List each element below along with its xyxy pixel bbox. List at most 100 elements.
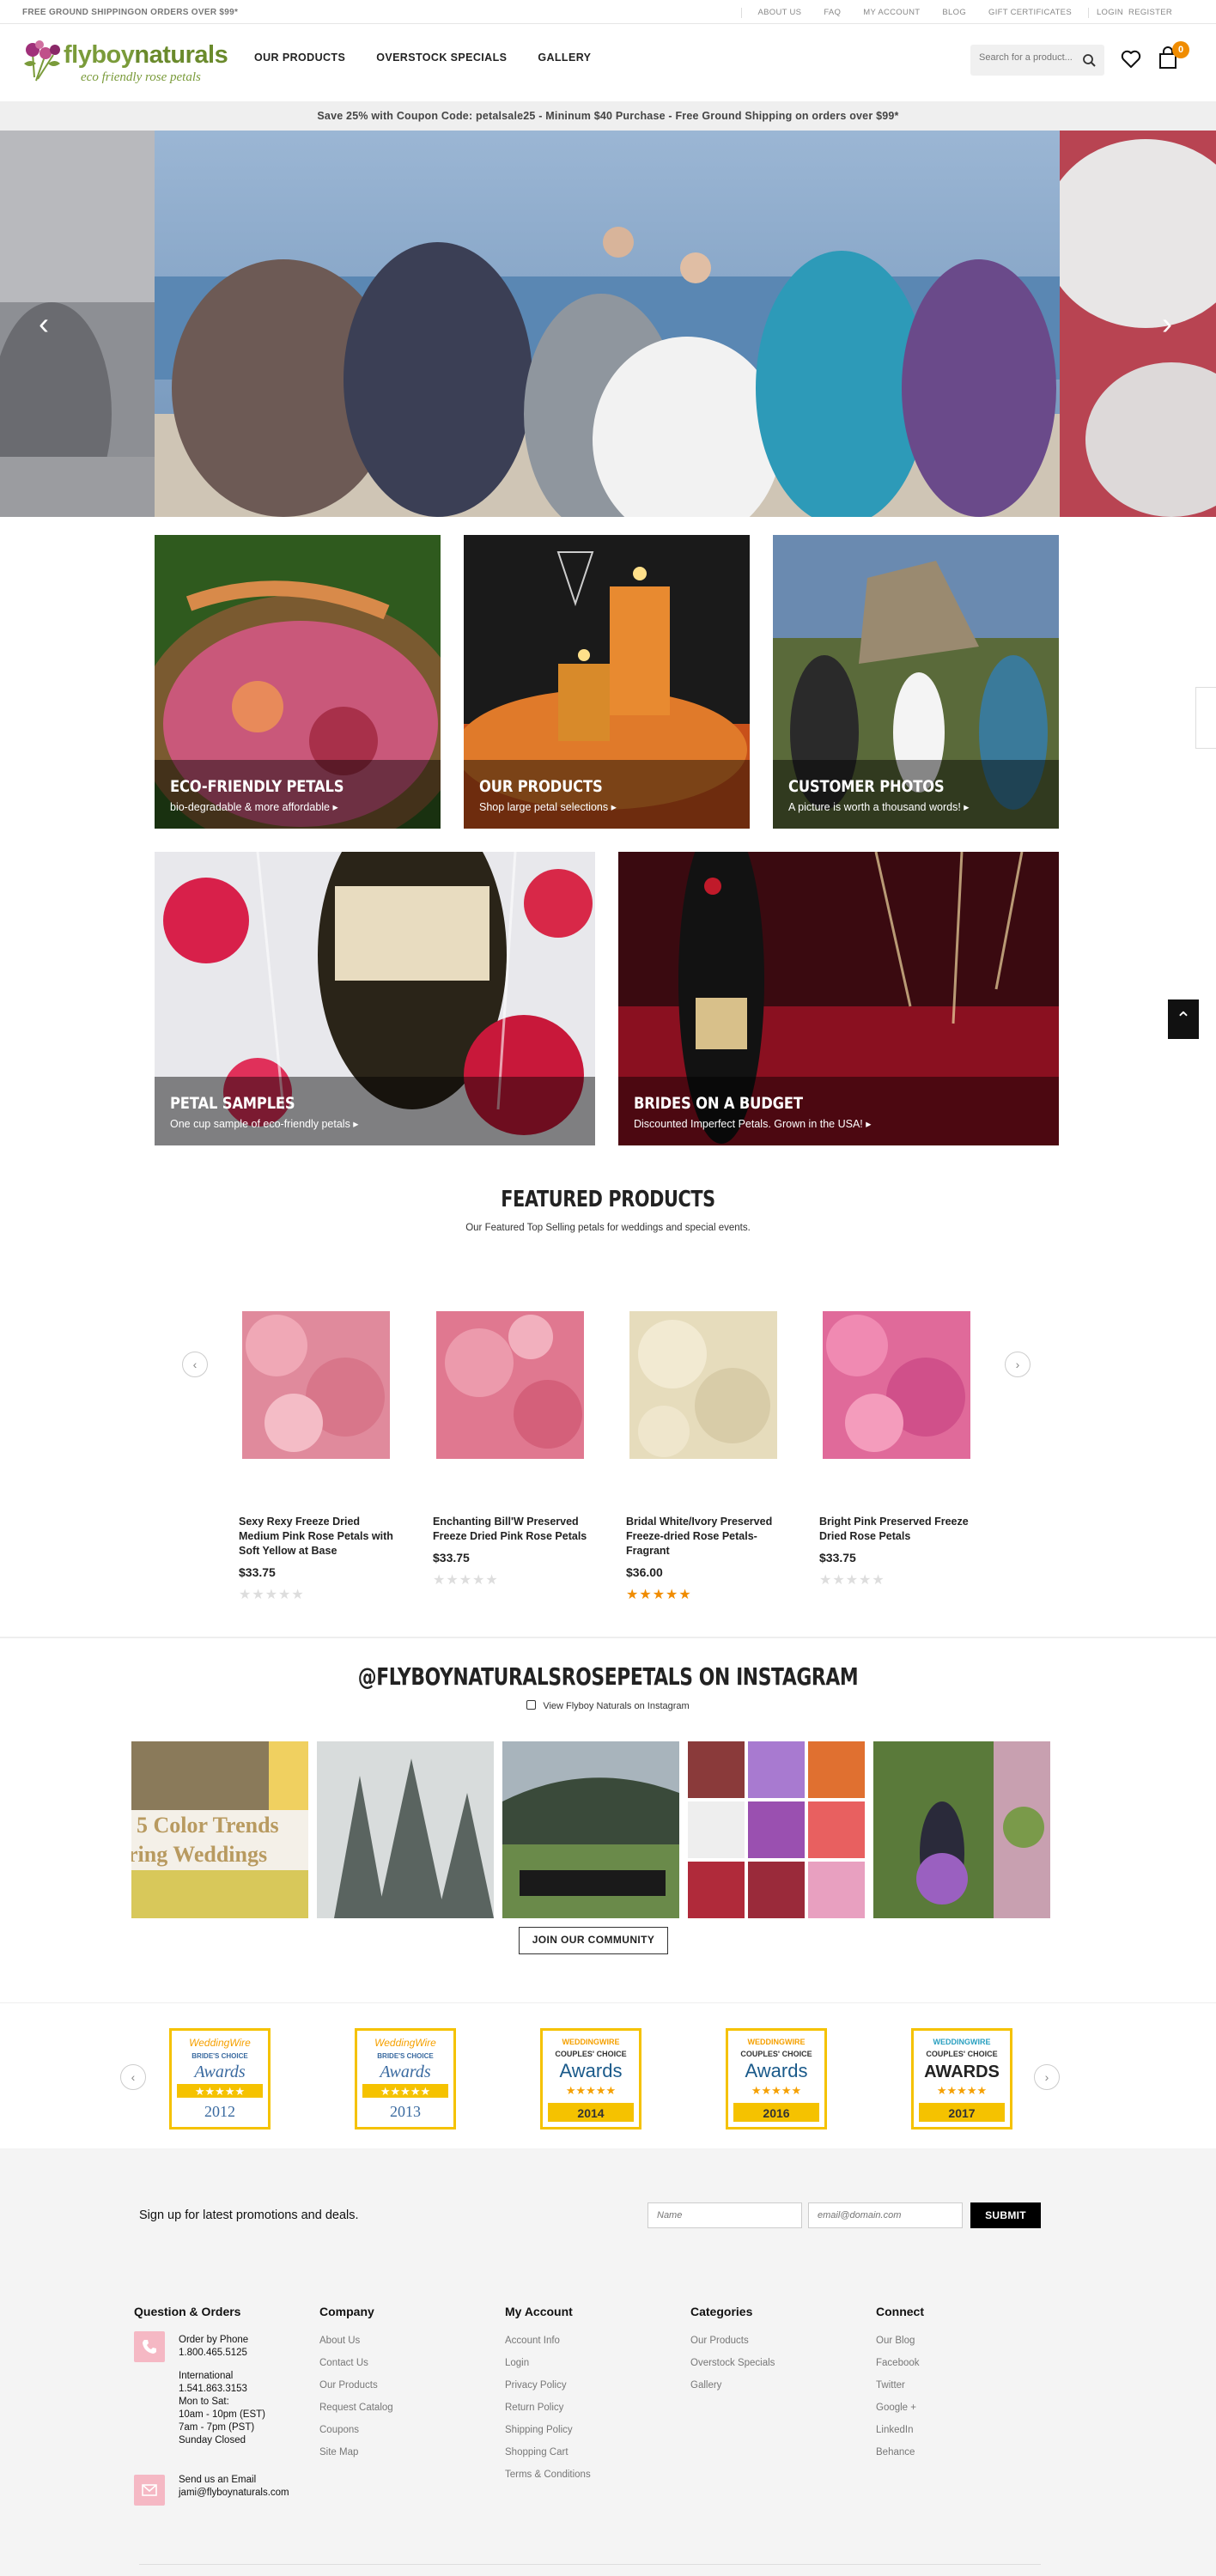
tile-eco-friendly-petals[interactable]: ECO-FRIENDLY PETALS bio-degradable & mor… (155, 535, 441, 829)
footer-link-account-info[interactable]: Account Info (505, 2336, 591, 2348)
footer-col-my-account: My Account Account Info Login Privacy Po… (505, 2305, 591, 2492)
chevron-up-icon: ⌃ (1175, 1008, 1192, 1030)
faq-link[interactable]: FAQ (812, 8, 852, 18)
about-us-link[interactable]: ABOUT US (747, 8, 813, 18)
site-header: flyboynaturals eco friendly rose petals … (0, 24, 1216, 101)
award-badge-art: WeddingWire BRIDE'S CHOICE Awards ★★★★★ … (177, 2037, 263, 2120)
footer-link-shopping-cart[interactable]: Shopping Cart (505, 2447, 591, 2459)
instagram-post[interactable] (317, 1741, 494, 1918)
tile-brides-on-a-budget[interactable]: BRIDES ON A BUDGET Discounted Imperfect … (618, 852, 1059, 1145)
award-line1: COUPLES' CHOICE (555, 2050, 626, 2058)
award-year: 2014 (577, 2106, 604, 2120)
hero-next-arrow[interactable]: › (1154, 307, 1180, 341)
award-line1: COUPLES' CHOICE (926, 2050, 997, 2058)
tile-our-products[interactable]: OUR PRODUCTS Shop large petal selections… (464, 535, 750, 829)
awards-prev-button[interactable]: ‹ (120, 2064, 146, 2090)
scroll-to-top-button[interactable]: ⌃ (1168, 999, 1199, 1039)
footer-col-title: Question & Orders (134, 2305, 241, 2318)
register-link[interactable]: REGISTER (1126, 8, 1175, 18)
footer-link-shipping-policy[interactable]: Shipping Policy (505, 2425, 591, 2437)
phone-number[interactable]: 1.800.465.5125 (179, 2347, 265, 2360)
footer-link-return-policy[interactable]: Return Policy (505, 2403, 591, 2415)
tile-subtitle[interactable]: A picture is worth a thousand words! ▸ (788, 800, 970, 813)
email-address[interactable]: jami@flyboynaturals.com (179, 2487, 289, 2500)
product-name[interactable]: Enchanting Bill'W Preserved Freeze Dried… (433, 1515, 596, 1544)
tile-petal-samples[interactable]: PETAL SAMPLES One cup sample of eco-frie… (155, 852, 595, 1145)
tile-subtitle[interactable]: One cup sample of eco-friendly petals ▸ (170, 1117, 359, 1130)
newsletter-name-input[interactable] (648, 2202, 802, 2228)
search-icon[interactable] (1082, 53, 1096, 67)
heart-icon[interactable] (1120, 48, 1142, 70)
product-name[interactable]: Bridal White/Ivory Preserved Freeze-drie… (626, 1515, 789, 1558)
tile-customer-photos[interactable]: CUSTOMER PHOTOS A picture is worth a tho… (773, 535, 1059, 829)
footer-link-our-products[interactable]: Our Products (690, 2336, 775, 2348)
product-card[interactable]: Bright Pink Preserved Freeze Dried Rose … (819, 1311, 982, 1589)
footer-link-facebook[interactable]: Facebook (876, 2358, 924, 2370)
footer-link-coupons[interactable]: Coupons (319, 2425, 393, 2437)
instagram-post[interactable] (502, 1741, 679, 1918)
nav-our-products[interactable]: OUR PRODUCTS (254, 52, 345, 64)
footer-link-our-blog[interactable]: Our Blog (876, 2336, 924, 2348)
cart-button[interactable]: 0 (1157, 41, 1189, 70)
product-name[interactable]: Sexy Rexy Freeze Dried Medium Pink Rose … (239, 1515, 402, 1558)
footer-col-connect: Connect Our Blog Facebook Twitter Google… (876, 2305, 924, 2470)
envelope-icon (142, 2484, 157, 2496)
tile-subtitle[interactable]: Discounted Imperfect Petals. Grown in th… (634, 1117, 872, 1130)
footer-link-request-catalog[interactable]: Request Catalog (319, 2403, 393, 2415)
award-stars: ★★★★★ (195, 2085, 245, 2098)
top-bar: FREE GROUND SHIPPINGON ORDERS OVER $99* … (0, 0, 1216, 24)
footer-link-contact-us[interactable]: Contact Us (319, 2358, 393, 2370)
intl-label: International (179, 2371, 234, 2381)
product-card[interactable]: Bridal White/Ivory Preserved Freeze-drie… (626, 1311, 789, 1603)
products-prev-button[interactable]: ‹ (182, 1352, 208, 1377)
footer-link-terms[interactable]: Terms & Conditions (505, 2470, 591, 2482)
phone-icon (143, 2340, 156, 2354)
award-stars: ★★★★★ (380, 2085, 430, 2098)
footer-link-our-products[interactable]: Our Products (319, 2380, 393, 2392)
newsletter-submit-button[interactable]: SUBMIT (970, 2202, 1041, 2228)
footer-link-about-us[interactable]: About Us (319, 2336, 393, 2348)
hero-prev-arrow[interactable]: ‹ (31, 307, 57, 341)
gift-certificates-link[interactable]: GIFT CERTIFICATES (977, 8, 1083, 18)
instagram-link[interactable]: View Flyboy Naturals on Instagram (0, 1700, 1216, 1711)
footer-link-privacy-policy[interactable]: Privacy Policy (505, 2380, 591, 2392)
instagram-post[interactable]: 5 Color Trends ring Weddings (131, 1741, 308, 1918)
award-line2: Awards (745, 2060, 808, 2081)
product-name[interactable]: Bright Pink Preserved Freeze Dried Rose … (819, 1515, 982, 1544)
footer-link-site-map[interactable]: Site Map (319, 2447, 393, 2459)
product-card[interactable]: Enchanting Bill'W Preserved Freeze Dried… (433, 1311, 596, 1589)
site-logo[interactable]: flyboynaturals eco friendly rose petals (19, 38, 228, 86)
join-community-button[interactable]: JOIN OUR COMMUNITY (519, 1927, 668, 1954)
awards-next-button[interactable]: › (1034, 2064, 1060, 2090)
footer-link-google-plus[interactable]: Google + (876, 2403, 924, 2415)
nav-overstock-specials[interactable]: OVERSTOCK SPECIALS (376, 52, 507, 64)
footer-link-twitter[interactable]: Twitter (876, 2380, 924, 2392)
instagram-post[interactable] (688, 1741, 865, 1918)
footer-link-linkedin[interactable]: LinkedIn (876, 2425, 924, 2437)
product-rating: ★★★★★ (239, 1588, 305, 1602)
footer-link-behance[interactable]: Behance (876, 2447, 924, 2459)
nav-gallery[interactable]: GALLERY (538, 52, 591, 64)
award-stars: ★★★★★ (566, 2084, 616, 2097)
tile-subtitle[interactable]: bio-degradable & more affordable ▸ (170, 800, 338, 813)
hero-carousel: ‹ › (0, 131, 1216, 517)
award-line1: COUPLES' CHOICE (740, 2050, 812, 2058)
newsletter-email-input[interactable] (808, 2202, 963, 2228)
award-badge-art: WEDDINGWIRE COUPLES' CHOICE AWARDS ★★★★★… (919, 2038, 1005, 2122)
instagram-post[interactable] (873, 1741, 1050, 1918)
product-price: $33.75 (819, 1551, 856, 1564)
my-account-link[interactable]: MY ACCOUNT (852, 8, 931, 18)
search-input[interactable] (979, 52, 1073, 63)
product-card[interactable]: Sexy Rexy Freeze Dried Medium Pink Rose … (239, 1311, 402, 1603)
footer-link-login[interactable]: Login (505, 2358, 591, 2370)
footer-link-gallery[interactable]: Gallery (690, 2380, 775, 2392)
tile-subtitle[interactable]: Shop large petal selections ▸ (479, 800, 617, 813)
intl-phone[interactable]: 1.541.863.3153 (179, 2383, 265, 2396)
award-stars: ★★★★★ (751, 2084, 801, 2097)
side-panel-tab[interactable] (1195, 687, 1216, 749)
login-link[interactable]: LOGIN (1094, 8, 1126, 18)
blog-link[interactable]: BLOG (931, 8, 977, 18)
color-trends-image: 5 Color Trends ring Weddings (131, 1741, 308, 1918)
products-next-button[interactable]: › (1005, 1352, 1031, 1377)
footer-link-overstock-specials[interactable]: Overstock Specials (690, 2358, 775, 2370)
